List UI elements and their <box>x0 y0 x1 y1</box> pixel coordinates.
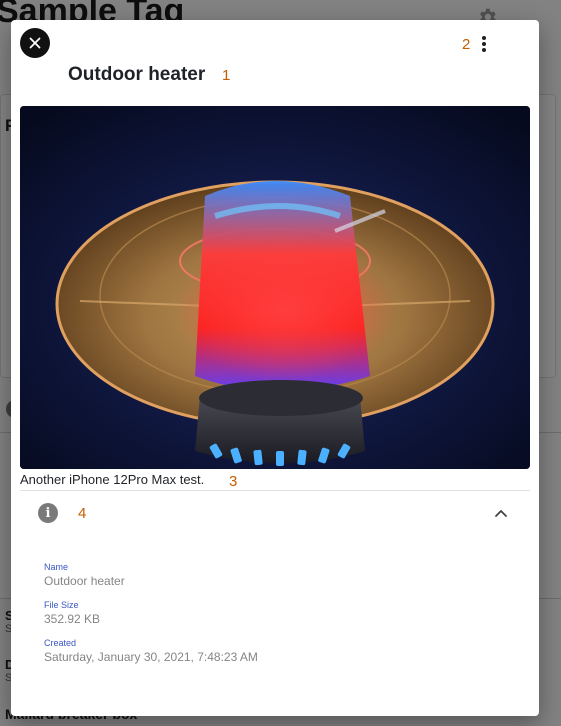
info-icon: i <box>38 503 58 523</box>
detail-label-name: Name <box>44 562 69 572</box>
more-options-button[interactable] <box>477 34 491 54</box>
annotation-marker: 3 <box>229 473 238 490</box>
file-details: Name Outdoor heater File Size 352.92 KB … <box>44 562 258 676</box>
annotation-marker: 2 <box>462 36 471 53</box>
close-icon <box>29 37 41 49</box>
detail-value-created: Saturday, January 30, 2021, 7:48:23 AM <box>44 650 258 664</box>
close-button[interactable] <box>20 28 50 58</box>
details-expander[interactable]: i 4 <box>20 494 530 534</box>
divider <box>20 490 530 491</box>
chevron-up-icon[interactable] <box>494 508 508 518</box>
detail-value-file-size: 352.92 KB <box>44 612 101 626</box>
detail-label-file-size: File Size <box>44 600 79 610</box>
photo-caption: Another iPhone 12Pro Max test. <box>20 472 205 487</box>
dialog-title: Outdoor heater <box>68 64 206 85</box>
more-vertical-icon <box>482 36 486 40</box>
annotation-marker: 4 <box>78 505 87 522</box>
heater-photo-image <box>20 106 530 469</box>
image-detail-dialog: 2 Outdoor heater 1 Another iPhone 12Pro … <box>11 20 539 716</box>
annotation-marker: 1 <box>222 67 231 84</box>
detail-value-name: Outdoor heater <box>44 574 125 588</box>
photo <box>20 106 530 469</box>
detail-label-created: Created <box>44 638 77 648</box>
